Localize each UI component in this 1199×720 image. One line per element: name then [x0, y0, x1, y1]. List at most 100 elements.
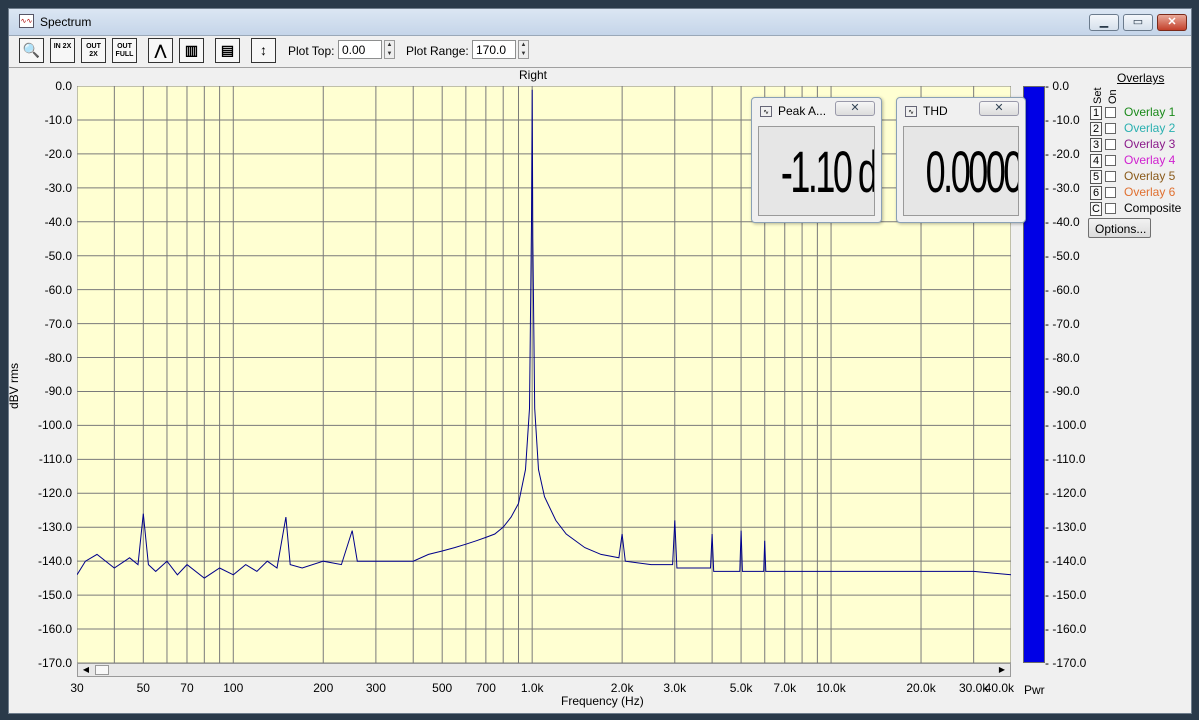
- zoom-in-2x-button[interactable]: IN 2X: [50, 38, 75, 63]
- arrow-right-icon[interactable]: ▶: [996, 665, 1008, 675]
- meter-title: Peak A...: [778, 104, 827, 118]
- overlays-heading: Overlays: [1117, 71, 1165, 85]
- meter-icon: ∿: [760, 106, 772, 117]
- level-tick-label: - -40.0: [1045, 214, 1080, 229]
- zoom-out-full-button[interactable]: OUT FULL: [112, 38, 137, 63]
- x-tick-label: 40.0k: [984, 681, 1014, 695]
- level-tick-label: - -110.0: [1045, 452, 1086, 467]
- horizontal-scrollbar[interactable]: ◀ ▶: [77, 663, 1011, 677]
- maximize-button[interactable]: ▭: [1123, 14, 1153, 31]
- x-tick-label: 500: [432, 681, 453, 695]
- maximize-icon: ▭: [1132, 16, 1144, 28]
- scrollbar-thumb[interactable]: [95, 665, 109, 675]
- plot-top-input[interactable]: [338, 40, 382, 59]
- line-graph-icon: ⋀: [154, 42, 167, 58]
- level-tick-label: - -10.0: [1045, 112, 1080, 127]
- overlay-on-checkbox[interactable]: [1105, 155, 1116, 166]
- x-tick-label: 100: [223, 681, 244, 695]
- options-button[interactable]: Options...: [1088, 218, 1151, 238]
- close-icon: ✕: [994, 102, 1004, 114]
- plot-title: Right: [519, 68, 548, 82]
- overlay-on-checkbox[interactable]: [1105, 123, 1116, 134]
- line-mode-button[interactable]: ⋀: [148, 38, 173, 63]
- overlay-set-button[interactable]: C: [1090, 202, 1102, 216]
- meter-close-button[interactable]: ✕: [835, 101, 875, 116]
- overlay-label: Overlay 3: [1124, 137, 1176, 151]
- y-tick-label: -150.0: [37, 588, 72, 603]
- overlay-on-checkbox[interactable]: [1105, 107, 1116, 118]
- x-tick-label: 7.0k: [773, 681, 797, 695]
- y-tick-label: -60.0: [44, 282, 72, 297]
- level-tick-label: - -50.0: [1045, 248, 1080, 263]
- overlay-on-checkbox[interactable]: [1105, 139, 1116, 150]
- overlay-set-button[interactable]: 1: [1090, 106, 1102, 120]
- overlays-set-column-label: Set: [1092, 87, 1104, 104]
- level-tick-label: - -130.0: [1045, 520, 1087, 535]
- overlays-on-column-label: On: [1107, 89, 1119, 104]
- y-tick-label: -120.0: [37, 486, 72, 501]
- x-tick-label: 30: [70, 681, 84, 695]
- bar-mode-button[interactable]: ▥: [179, 38, 204, 63]
- meter-value: 0.00009 %: [925, 140, 1018, 205]
- y-tick-label: -30.0: [44, 180, 72, 195]
- overlay-set-button[interactable]: 6: [1090, 186, 1102, 200]
- bar-graph-icon: ▥: [184, 42, 199, 58]
- x-tick-label: 2.0k: [610, 681, 634, 695]
- y-tick-label: -70.0: [44, 316, 72, 331]
- power-bar-label: Pwr: [1024, 683, 1045, 697]
- overlay-label: Overlay 4: [1124, 153, 1176, 167]
- y-axis-label: dBV rms: [7, 362, 22, 410]
- plot-top-spinner[interactable]: ▲ ▼: [384, 40, 395, 59]
- overlay-label: Composite: [1124, 201, 1182, 215]
- y-tick-label: -50.0: [44, 248, 72, 263]
- zoom-in-2x-icon: IN 2X: [53, 43, 72, 50]
- meter-close-button[interactable]: ✕: [979, 101, 1019, 116]
- y-tick-label: -110.0: [38, 452, 72, 467]
- panel-icon: ▤: [220, 42, 235, 58]
- level-tick-label: - -90.0: [1045, 384, 1080, 399]
- x-tick-label: 50: [136, 681, 150, 695]
- overlay-on-checkbox[interactable]: [1105, 203, 1116, 214]
- y-tick-label: -170.0: [37, 656, 72, 670]
- zoom-out-2x-button[interactable]: OUT 2X: [81, 38, 106, 63]
- plot-range-spinner[interactable]: ▲ ▼: [518, 40, 529, 59]
- level-tick-label: - -60.0: [1045, 282, 1080, 297]
- settings-button[interactable]: ▤: [215, 38, 240, 63]
- x-tick-label: 700: [475, 681, 496, 695]
- close-button[interactable]: ✕: [1157, 14, 1187, 31]
- zoom-button[interactable]: 🔍: [19, 38, 44, 63]
- arrow-left-icon[interactable]: ◀: [80, 665, 92, 675]
- y-tick-label: -40.0: [44, 214, 72, 229]
- toolbar: Plot Top: ▲▼ Plot Range: ▲▼ 🔍 IN 2X OUT 2X…: [9, 36, 1191, 67]
- level-tick-label: - 0.0: [1045, 79, 1070, 93]
- y-tick-label: -100.0: [37, 418, 72, 433]
- minimize-button[interactable]: ▁: [1089, 14, 1119, 31]
- peak-amplitude-meter[interactable]: ∿ Peak A... ✕ -1.10 dBV rms: [751, 97, 882, 223]
- plot-range-input[interactable]: [472, 40, 516, 59]
- level-tick-label: - -150.0: [1045, 588, 1087, 603]
- level-tick-label: - -100.0: [1045, 418, 1087, 433]
- overlay-set-button[interactable]: 3: [1090, 138, 1102, 152]
- title-bar[interactable]: ∿∿ Spectrum ▁ ▭ ✕: [9, 9, 1191, 36]
- x-axis-label: Frequency (Hz): [561, 694, 644, 708]
- toolbar-divider: [9, 67, 1191, 68]
- overlay-set-button[interactable]: 2: [1090, 122, 1102, 136]
- autoscale-button[interactable]: ↕: [251, 38, 276, 63]
- zoom-out-full-icon: OUT FULL: [115, 43, 134, 58]
- overlay-on-checkbox[interactable]: [1105, 187, 1116, 198]
- level-tick-label: - -160.0: [1045, 622, 1087, 637]
- meter-display: -1.10 dBV rms: [758, 126, 875, 216]
- overlay-on-checkbox[interactable]: [1105, 171, 1116, 182]
- minimize-icon: ▁: [1099, 16, 1109, 28]
- y-tick-label: -10.0: [44, 112, 72, 127]
- plot-top-label: Plot Top:: [288, 44, 335, 58]
- spectrum-app-icon: ∿∿: [19, 14, 34, 28]
- magnifier-icon: 🔍: [22, 42, 41, 58]
- overlay-set-button[interactable]: 5: [1090, 170, 1102, 184]
- overlay-set-button[interactable]: 4: [1090, 154, 1102, 168]
- meter-title: THD: [923, 104, 948, 118]
- zoom-out-2x-icon: OUT 2X: [86, 43, 101, 58]
- level-tick-label: - -30.0: [1045, 180, 1080, 195]
- x-tick-label: 3.0k: [663, 681, 687, 695]
- thd-meter[interactable]: ∿ THD ✕ 0.00009 %: [896, 97, 1026, 223]
